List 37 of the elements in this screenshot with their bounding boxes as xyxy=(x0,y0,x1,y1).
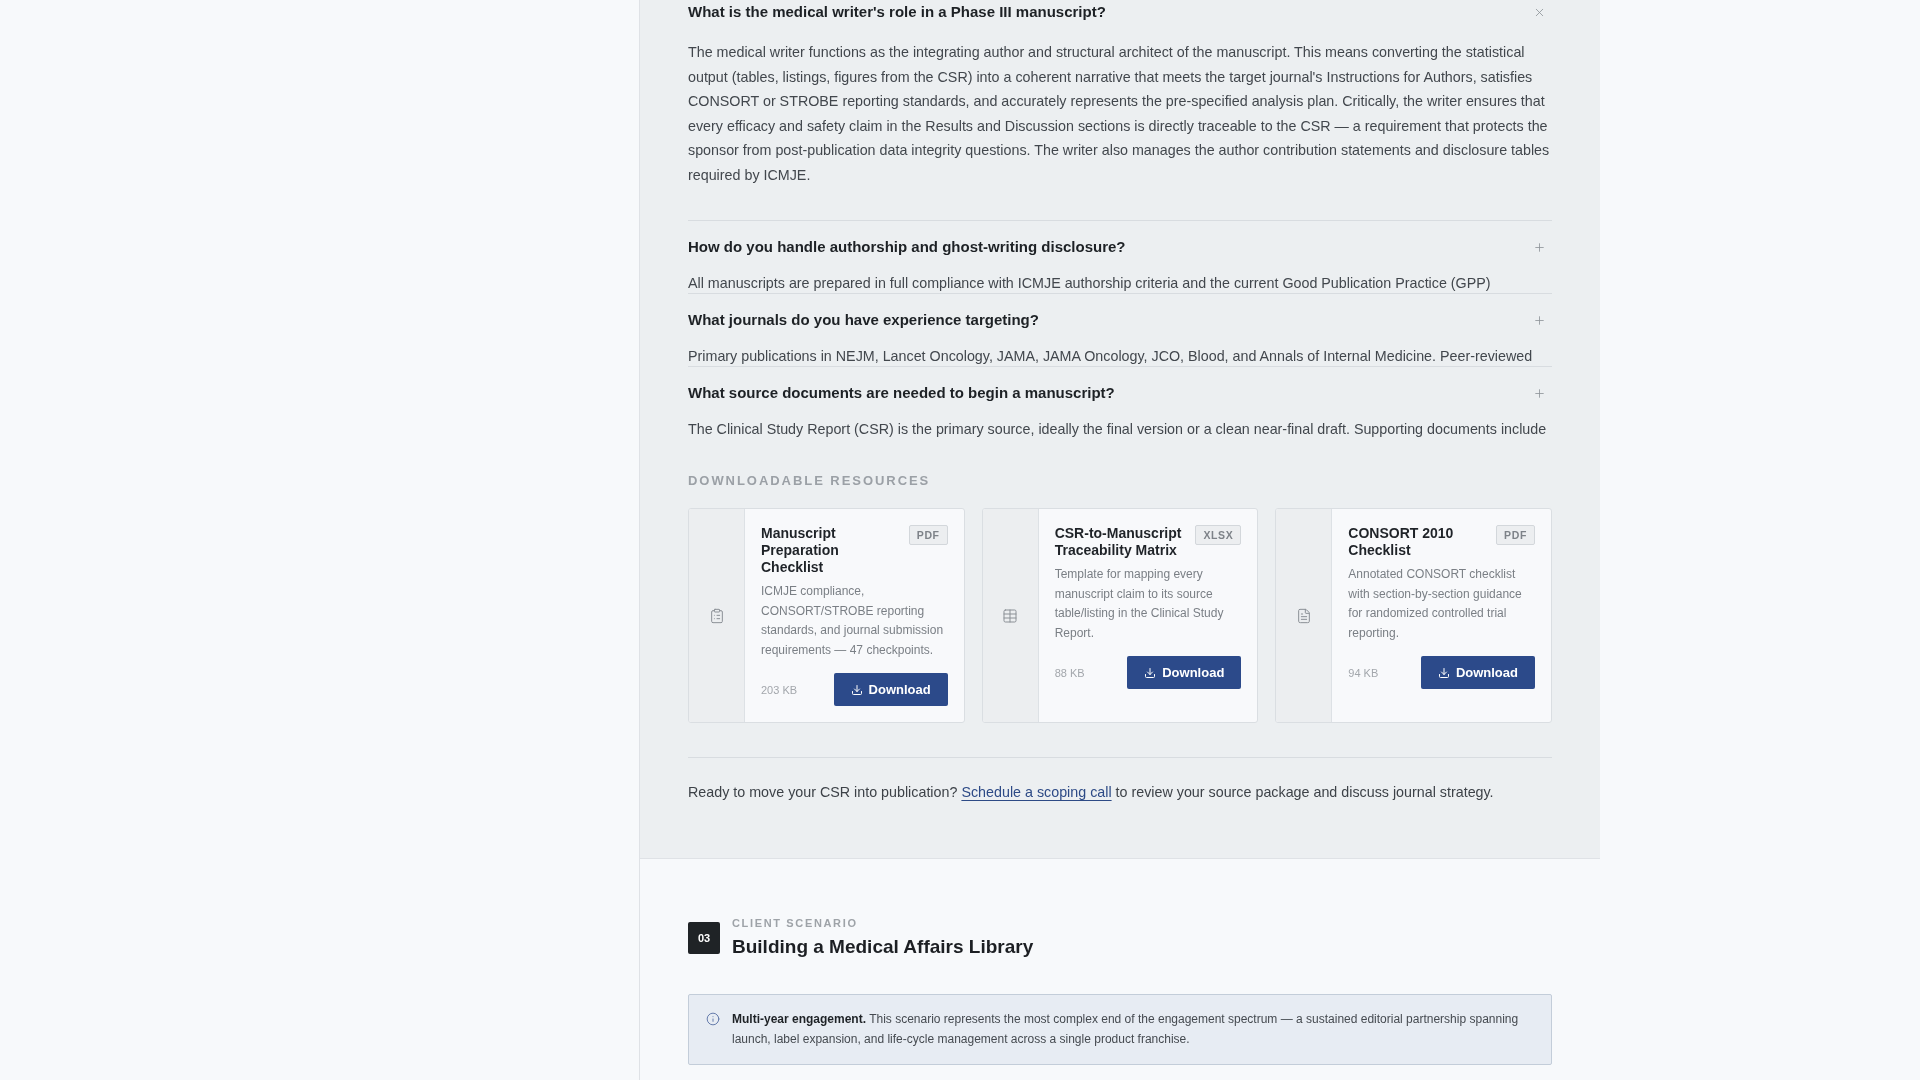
section-heading: DOWNLOADABLE RESOURCES xyxy=(688,473,932,489)
resource-description: Template for mapping every manuscript claim to its source table/listing in the Clinical Study Report. xyxy=(1054,566,1225,642)
format-badge: PDF xyxy=(908,525,948,545)
faq-answer: The medical writer functions as the integrating author and structural architect of the manuscript. This means converting the statistical output (tables, listings, figures from the CSR) into a coherent narrative that meets the target journal's Instructions for Authors, satisfies CONSORT or STROBE reporting standards, and accurately represents the pre-specified analysis plan. Critically, the writer ensures that every efficacy and safety claim in the Results and Discussion sections is directly traceable to the CSR — a requirement that protects the sponsor from post-publication data integrity questions. The writer also manages the author contribution statements and disclosure tables required by ICMJE. xyxy=(688,43,1551,185)
faq-question[interactable]: What is the medical writer's role in a Phase III manuscript? xyxy=(688,2,1552,22)
download-button[interactable]: Download xyxy=(1127,656,1242,689)
download-icon xyxy=(1437,666,1450,679)
faq-answer: All manuscripts are prepared in full compliance with ICMJE authorship criteria and the current Good Publication Practice (GPP) xyxy=(688,274,1492,293)
clipboard-icon xyxy=(708,607,725,624)
download-button[interactable]: Download xyxy=(833,673,948,706)
document-icon xyxy=(1295,607,1312,624)
file-size: 94 KB xyxy=(1348,666,1379,679)
faq-question[interactable]: What source documents are needed to begin a manuscript? xyxy=(688,383,1552,403)
file-size: 88 KB xyxy=(1054,666,1085,679)
section-title: Building a Medical Affairs Library xyxy=(732,935,1034,959)
table-icon xyxy=(1002,607,1019,624)
format-badge: XLSX xyxy=(1195,525,1242,545)
download-icon xyxy=(850,683,863,696)
download-icon xyxy=(1144,666,1157,679)
resource-title: CSR-to-Manuscript Traceability Matrix xyxy=(1054,525,1183,559)
scoping-call-link[interactable]: Schedule a scoping call xyxy=(961,784,1112,800)
download-button[interactable]: Download xyxy=(1420,656,1535,689)
cta-text: Ready to move your CSR into publication? Schedule a scoping call to review your source package and discuss journal strategy. xyxy=(688,783,1495,802)
callout-text: Multi-year engagement. This scenario represents the most complex end of the engagement spectrum — a sustained editorial partnership spanning launch, label expansion, and life-cycle management across a single product franchise. xyxy=(732,1011,1520,1048)
faq-question[interactable]: How do you handle authorship and ghost-writing disclosure? xyxy=(688,237,1552,257)
resource-title: Manuscript Preparation Checklist xyxy=(761,525,840,576)
info-icon xyxy=(706,1012,720,1026)
faq-answer: The Clinical Study Report (CSR) is the primary source, ideally the final version or a clean near-final draft. Supporting documents include xyxy=(688,420,1548,439)
section-number: 03 xyxy=(688,921,720,954)
resource-title: CONSORT 2010 Checklist xyxy=(1348,525,1455,559)
faq-answer: Primary publications in NEJM, Lancet Oncology, JAMA, JAMA Oncology, JCO, Blood, and Annals of Internal Medicine. Peer-reviewed xyxy=(688,347,1534,366)
section-eyebrow: CLIENT SCENARIO xyxy=(732,916,859,930)
resource-description: Annotated CONSORT checklist with section-by-section guidance for randomized controlled trial reporting. xyxy=(1348,566,1523,642)
faq-question[interactable]: What journals do you have experience targeting? xyxy=(688,310,1552,330)
resource-description: ICMJE compliance, CONSORT/STROBE reporting standards, and journal submission requirements — 47 checkpoints. xyxy=(761,583,945,659)
file-size: 203 KB xyxy=(761,683,798,696)
format-badge: PDF xyxy=(1496,525,1535,545)
